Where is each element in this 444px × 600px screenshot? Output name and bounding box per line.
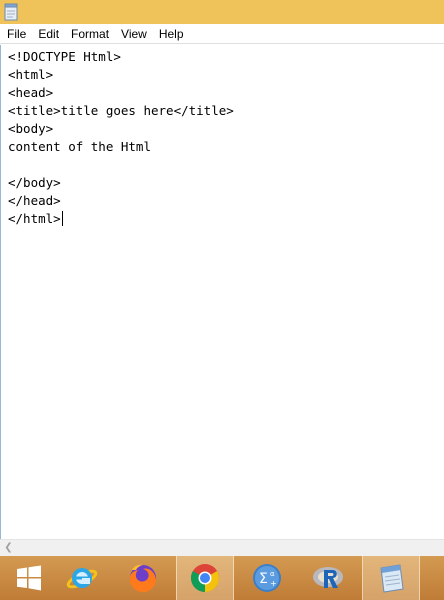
text-editor[interactable]: <!DOCTYPE Html> <html> <head> <title>tit…: [0, 45, 444, 539]
title-bar[interactable]: [0, 0, 444, 24]
menu-help[interactable]: Help: [154, 25, 189, 43]
editor-line-last: </html>: [1, 210, 444, 228]
notepad-icon: [4, 3, 18, 21]
menu-format[interactable]: Format: [66, 25, 114, 43]
sigma-app-icon: Σ α +: [253, 564, 281, 592]
chrome-icon: [191, 564, 219, 592]
r-icon: [313, 567, 343, 588]
windows-start-icon: [17, 565, 41, 591]
svg-text:+: +: [270, 579, 277, 588]
menu-bar: File Edit Format View Help: [0, 24, 444, 44]
menu-file[interactable]: File: [2, 25, 31, 43]
horizontal-scrollbar[interactable]: ❮: [0, 539, 444, 556]
editor-line: <head>: [8, 85, 54, 100]
editor-line: <title>title goes here</title>: [8, 103, 234, 118]
taskbar-sigma-app[interactable]: Σ α +: [238, 556, 296, 600]
menu-view[interactable]: View: [116, 25, 152, 43]
taskbar-chrome[interactable]: [176, 556, 234, 600]
menu-edit[interactable]: Edit: [33, 25, 64, 43]
text-caret: [61, 211, 63, 226]
editor-line: <html>: [8, 67, 54, 82]
editor-line: content of the Html: [8, 139, 151, 154]
taskbar-notepad[interactable]: [362, 556, 420, 600]
editor-line: </body>: [8, 175, 61, 190]
start-button[interactable]: [0, 556, 58, 600]
editor-line: <!DOCTYPE Html>: [8, 49, 121, 64]
editor-line: <body>: [8, 121, 54, 136]
editor-line: </head>: [8, 193, 61, 208]
svg-text:Σ: Σ: [259, 571, 268, 587]
svg-text:α: α: [270, 570, 275, 578]
notepad-icon: [380, 564, 404, 593]
internet-explorer-icon: [66, 568, 98, 589]
taskbar-firefox[interactable]: [114, 556, 172, 600]
taskbar-r[interactable]: [300, 556, 358, 600]
firefox-icon: [129, 564, 156, 593]
scroll-left-arrow-icon[interactable]: ❮: [0, 540, 17, 556]
taskbar: Σ α +: [0, 556, 444, 600]
taskbar-internet-explorer[interactable]: [53, 556, 111, 600]
editor-line-text: </html>: [8, 211, 61, 226]
